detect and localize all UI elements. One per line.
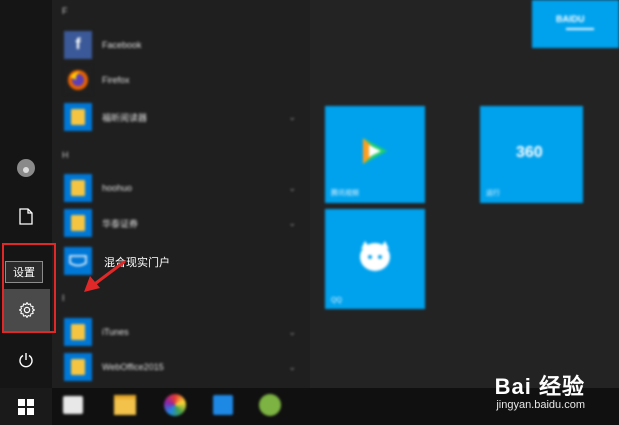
tile-divider	[566, 28, 594, 30]
app-item-itunes[interactable]: iTunes ⌄	[64, 317, 304, 347]
folder-icon	[64, 174, 92, 202]
app-label: hoohuo	[102, 183, 133, 193]
folder-icon	[64, 318, 92, 346]
watermark-brand: Bai 经验	[494, 374, 585, 399]
taskbar-explorer-button[interactable]	[110, 390, 140, 420]
firefox-icon	[64, 66, 92, 94]
play-icon	[363, 138, 387, 164]
app-item-hoohuo[interactable]: hoohuo ⌄	[64, 173, 304, 203]
app-label: iTunes	[102, 327, 129, 337]
file-explorer-icon	[114, 395, 136, 415]
browser-icon	[164, 394, 186, 416]
app-icon	[213, 395, 233, 415]
power-button[interactable]	[0, 342, 52, 378]
app-item-firefox[interactable]: Firefox	[64, 65, 304, 95]
chevron-down-icon: ⌄	[288, 218, 296, 228]
chevron-down-icon: ⌄	[288, 362, 296, 372]
settings-button[interactable]	[4, 289, 50, 331]
taskbar-browser-button[interactable]	[160, 390, 190, 420]
folder-icon	[64, 209, 92, 237]
letter-heading-i[interactable]: I	[62, 293, 65, 303]
tile-tencent-video[interactable]: 腾讯视频	[325, 106, 425, 203]
windows-icon	[18, 398, 34, 415]
app-item-facebook[interactable]: f Facebook	[64, 30, 304, 60]
chevron-down-icon: ⌄	[288, 327, 296, 337]
tile-label: 腾讯视频	[331, 190, 359, 197]
settings-tooltip: 设置	[5, 261, 43, 283]
tile-label: QQ	[331, 297, 342, 304]
app-item-foxit[interactable]: 福昕阅读器 ⌄	[64, 102, 304, 132]
power-icon	[19, 353, 33, 368]
user-avatar-icon	[17, 159, 35, 177]
folder-icon	[64, 353, 92, 381]
tile-logo-text: 360	[516, 144, 543, 161]
documents-button[interactable]	[0, 198, 52, 234]
tile-360[interactable]: 360 运行	[480, 106, 583, 203]
app-label: 福昕阅读器	[102, 112, 148, 123]
document-icon	[19, 207, 33, 225]
watermark-url: jingyan.baidu.com	[496, 399, 585, 411]
store-icon	[63, 396, 83, 414]
qq-icon	[360, 241, 390, 271]
chevron-down-icon: ⌄	[288, 183, 296, 193]
taskbar-app-button[interactable]	[208, 390, 238, 420]
app-item-weboffice[interactable]: WebOffice2015 ⌄	[64, 352, 304, 382]
tile-qq[interactable]: QQ	[325, 209, 425, 309]
app-label: 华泰证券	[102, 218, 139, 229]
facebook-icon: f	[64, 31, 92, 59]
taskbar-app2-button[interactable]	[255, 390, 285, 420]
letter-heading-h[interactable]: H	[62, 150, 69, 160]
tile-label: BAIDU	[556, 14, 585, 24]
baidu-jingyan-watermark: Bai 经验 jingyan.baidu.com	[495, 369, 585, 411]
chevron-down-icon: ⌄	[288, 112, 296, 122]
tile-baidu[interactable]: BAIDU	[532, 0, 619, 48]
app-label: Firefox	[102, 75, 130, 85]
letter-heading-f[interactable]: F	[62, 6, 68, 16]
app-label: WebOffice2015	[102, 362, 164, 372]
folder-icon	[64, 103, 92, 131]
start-button[interactable]	[0, 388, 52, 425]
red-arrow-icon	[84, 260, 126, 292]
app-label: Facebook	[102, 40, 142, 50]
user-account-button[interactable]	[0, 150, 52, 186]
gear-icon	[18, 301, 36, 319]
app-item-huatai[interactable]: 华泰证券 ⌄	[64, 208, 304, 238]
tile-label: 运行	[486, 190, 500, 197]
app2-icon	[259, 394, 281, 416]
taskbar-store-button[interactable]	[58, 390, 88, 420]
